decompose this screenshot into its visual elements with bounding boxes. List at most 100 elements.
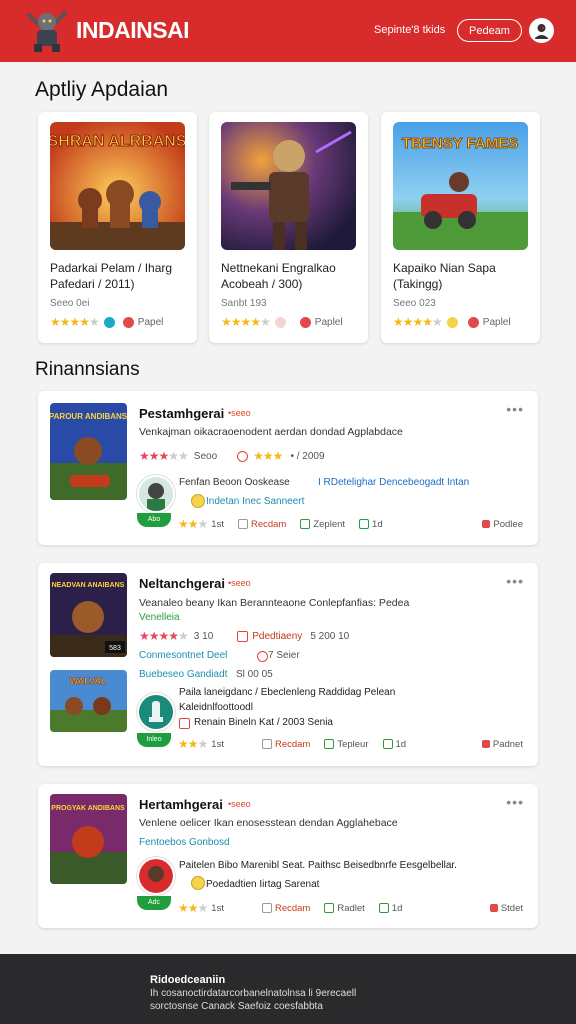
flag-icon[interactable] — [482, 520, 491, 528]
footer-action[interactable]: Padnet — [493, 739, 523, 750]
rating-stars: ★★★★★ — [139, 629, 189, 643]
check-icon — [324, 903, 335, 913]
user-avatar-icon — [531, 20, 552, 41]
footer-link[interactable]: Recdam — [275, 739, 310, 750]
more-options-icon[interactable]: ••• — [506, 573, 524, 589]
featured-card[interactable]: TBENSY FAMES Kapaiko Nian Sapa (Takingg)… — [381, 112, 540, 343]
rating-value: Seoo — [193, 450, 218, 462]
chart-icon — [261, 739, 272, 749]
sub-link[interactable]: I RDetelighar Dencebeogadt Intan — [318, 477, 469, 488]
svg-text:PROGYAK ANDIBANS: PROGYAK ANDIBANS — [51, 805, 125, 812]
sub-link[interactable]: Conmesontnet Deel — [139, 650, 227, 661]
card-title[interactable]: Padarkai Pelam / Iharg Pafedari / 2011) — [50, 260, 190, 292]
card-action-label[interactable]: Paplel — [483, 317, 511, 328]
footer-action[interactable]: Stdet — [501, 903, 523, 914]
rating-stars: ★★★ — [178, 517, 208, 531]
svg-text:NEADVAN ANAIBANS: NEADVAN ANAIBANS — [52, 582, 125, 589]
svg-text:TBENSY FAMES: TBENSY FAMES — [402, 135, 518, 152]
publisher-avatar[interactable] — [137, 693, 175, 731]
game-thumbnail[interactable]: PROGYAK ANDIBANS — [50, 794, 127, 884]
sub-link2[interactable]: Buebeseo Gandiadt — [139, 669, 227, 680]
item-name[interactable]: Hertamhgerai — [139, 797, 223, 812]
rating-stars: ★★★★★ — [221, 315, 271, 329]
featured-section-title: Aptliy Apdaian — [35, 78, 169, 101]
game-thumbnail[interactable] — [221, 122, 356, 250]
header-nav-link[interactable]: Sepinte'8 tkids — [374, 24, 445, 36]
smiley-icon — [191, 876, 205, 890]
rating-value: 3 10 — [193, 630, 214, 642]
green-badge: Abo — [137, 513, 171, 527]
item-tag: •seeo — [228, 578, 251, 588]
item-tag: •seeo — [228, 408, 251, 418]
rating-stars: ★★★★★ — [139, 449, 189, 463]
card-title[interactable]: Kapaiko Nian Sapa (Takingg) — [393, 260, 533, 292]
share-icon[interactable] — [359, 519, 370, 529]
chart-icon — [261, 903, 272, 913]
list-item[interactable]: PAROUR ANDIBANS Pestamhgerai •seeo ••• V… — [38, 391, 538, 545]
game-thumbnail[interactable]: PAROUR ANDIBANS — [50, 403, 127, 500]
footer-label: Zeplent — [313, 518, 346, 530]
item-footer: ★★★ 1st Recdam Radlet 1d Stdet — [178, 901, 523, 915]
sub-secondary[interactable]: Indetan Inec Sanneert — [206, 496, 304, 507]
item-description: Venlene oelicer Ikan enosesstean dendan … — [139, 817, 398, 829]
card-action-label[interactable]: Paplel — [315, 317, 343, 328]
list-item[interactable]: PROGYAK ANDIBANS Hertamhgerai •seeo ••• … — [38, 784, 538, 928]
more-options-icon[interactable]: ••• — [506, 794, 524, 810]
footer-label: Radlet — [337, 902, 365, 914]
heart-icon[interactable] — [299, 316, 311, 328]
brand-logo-text[interactable]: INDAINSAI — [76, 17, 190, 44]
share-icon[interactable] — [382, 739, 393, 749]
footer-link[interactable]: Recdam — [251, 519, 286, 530]
more-options-icon[interactable]: ••• — [506, 401, 524, 417]
flag-icon[interactable] — [489, 904, 498, 912]
featured-card[interactable]: SHRAN ALRBANS Padarkai Pelam / Iharg Paf… — [38, 112, 197, 343]
rating-stars: ★★★ — [253, 449, 283, 463]
item-description: Veanaleo beany Ikan Berannteaone Conlepf… — [139, 597, 410, 609]
rating-secondary[interactable]: Pdedtiaeny — [252, 631, 302, 642]
svg-text:583: 583 — [109, 645, 121, 652]
check-icon — [324, 739, 335, 749]
publisher-avatar[interactable] — [137, 857, 175, 895]
item-status: Venelleia — [139, 612, 180, 623]
game-thumbnail[interactable]: NEADVAN ANAIBANS 583 — [50, 573, 127, 657]
sub-meta2: Sl 00 05 — [236, 669, 273, 680]
footer-count2: 1d — [372, 518, 383, 530]
footer-action[interactable]: Podlee — [493, 519, 523, 530]
card-action-label[interactable]: Papel — [138, 317, 164, 328]
publisher-avatar[interactable] — [137, 475, 175, 513]
game-thumbnail[interactable]: TBENSY FAMES — [393, 122, 528, 250]
heart-icon[interactable] — [467, 316, 479, 328]
game-thumbnail[interactable]: SHRAN ALRBANS — [50, 122, 185, 250]
footer-count2: 1d — [395, 738, 407, 750]
warrior-mascot-icon[interactable] — [22, 6, 72, 54]
chart-icon — [237, 519, 248, 529]
user-avatar[interactable] — [529, 18, 554, 43]
sub-title: Fenfan Beoon Ooskease — [179, 477, 290, 488]
sub-link[interactable]: Fentoebos Gonbosd — [139, 837, 230, 848]
item-description: Venkajman oikacraoenodent aerdan dondad … — [139, 426, 403, 438]
list-section-title: Rinannsians — [35, 359, 140, 380]
rating-stars: ★★★ — [178, 737, 208, 751]
badge-dot-icon — [446, 316, 458, 328]
list-item[interactable]: NEADVAN ANAIBANS 583 WALVAL Neltanchgera… — [38, 563, 538, 766]
card-rating-row: ★★★★★ Papel — [50, 315, 190, 329]
rating-stars: ★★★★★ — [50, 315, 100, 329]
featured-card[interactable]: Nettnekani Engralkao Acobeah / 300) Sanb… — [209, 112, 368, 343]
footer-count: 1st — [211, 518, 224, 530]
item-footer: ★★★ 1st Recdam Zeplent 1d Podlee — [178, 517, 523, 531]
footer-link[interactable]: Recdam — [275, 903, 310, 914]
rating-secondary: • / 2009 — [290, 450, 325, 462]
item-name[interactable]: Pestamhgerai — [139, 406, 224, 421]
item-detail2: Kaleidnlfoottoodl — [179, 702, 253, 713]
item-name[interactable]: Neltanchgerai — [139, 576, 225, 591]
flag-icon[interactable] — [481, 740, 490, 748]
share-icon[interactable] — [378, 903, 389, 913]
card-title[interactable]: Nettnekani Engralkao Acobeah / 300) — [221, 260, 361, 292]
item-footer: ★★★ 1st Recdam Tepleur 1d Padnet — [178, 737, 523, 751]
game-thumbnail-secondary[interactable]: WALVAL — [50, 670, 127, 732]
item-detail2: Poedadtien Iirtag Sarenat — [206, 879, 320, 890]
footer-title: Ridoedceaniin — [150, 974, 226, 986]
heart-icon[interactable] — [122, 316, 134, 328]
header-action-button[interactable]: Pedeam — [457, 19, 522, 42]
badge-dot-icon — [103, 316, 115, 328]
